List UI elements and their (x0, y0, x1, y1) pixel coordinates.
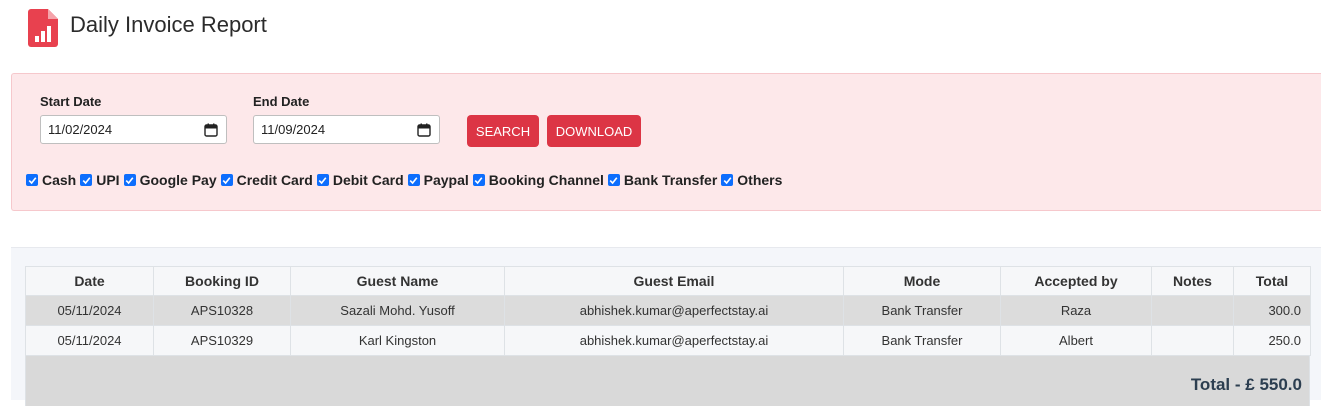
download-button[interactable]: DOWNLOAD (547, 115, 641, 147)
start-date-value: 11/02/2024 (48, 122, 113, 137)
cell-guest-name: Sazali Mohd. Yusoff (290, 295, 505, 326)
payment-method-paypal[interactable]: Paypal (407, 172, 469, 188)
page-header: Daily Invoice Report (28, 9, 267, 47)
cell-date: 05/11/2024 (25, 325, 154, 356)
end-date-field: End Date 11/09/2024 (253, 94, 440, 144)
calendar-icon[interactable] (204, 123, 218, 137)
start-date-input[interactable]: 11/02/2024 (40, 115, 227, 144)
search-button[interactable]: SEARCH (467, 115, 539, 147)
column-header-guest-name[interactable]: Guest Name (290, 266, 505, 296)
payment-method-label: Others (737, 172, 783, 188)
column-header-total[interactable]: Total (1233, 266, 1311, 296)
cell-booking-id: APS10328 (153, 295, 291, 326)
calendar-icon[interactable] (417, 123, 431, 137)
checkbox-checked-icon[interactable] (316, 174, 329, 186)
payment-method-debit-card[interactable]: Debit Card (316, 172, 404, 188)
start-date-field: Start Date 11/02/2024 (40, 94, 227, 144)
cell-total: 300.0 (1233, 295, 1311, 326)
grand-total: Total - £ 550.0 (1190, 375, 1302, 394)
cell-guest-name: Karl Kingston (290, 325, 505, 356)
cell-accepted-by: Albert (1000, 325, 1152, 356)
payment-method-label: Credit Card (236, 172, 313, 188)
table-row: 05/11/2024 APS10328 Sazali Mohd. Yusoff … (25, 295, 1311, 326)
payment-method-label: Paypal (423, 172, 469, 188)
table-row: 05/11/2024 APS10329 Karl Kingston abhish… (25, 325, 1311, 356)
payment-method-label: Google Pay (139, 172, 217, 188)
column-header-notes[interactable]: Notes (1151, 266, 1234, 296)
column-header-accepted-by[interactable]: Accepted by (1000, 266, 1152, 296)
cell-date: 05/11/2024 (25, 295, 154, 326)
cell-accepted-by: Raza (1000, 295, 1152, 326)
report-document-icon (28, 9, 58, 47)
page-title: Daily Invoice Report (70, 12, 267, 37)
checkbox-checked-icon[interactable] (607, 174, 620, 186)
column-header-date[interactable]: Date (25, 266, 154, 296)
invoice-table: Date Booking ID Guest Name Guest Email M… (25, 266, 1311, 356)
cell-mode: Bank Transfer (843, 325, 1001, 356)
filter-panel: Start Date 11/02/2024 End Date 11/09/202… (11, 73, 1321, 211)
cell-notes (1151, 325, 1234, 356)
end-date-label: End Date (253, 94, 310, 109)
column-header-guest-email[interactable]: Guest Email (504, 266, 844, 296)
invoice-table-card: Date Booking ID Guest Name Guest Email M… (11, 247, 1321, 406)
cell-guest-email: abhishek.kumar@aperfectstay.ai (504, 295, 844, 326)
cell-notes (1151, 295, 1234, 326)
payment-method-others[interactable]: Others (721, 172, 782, 188)
checkbox-checked-icon[interactable] (123, 174, 136, 186)
checkbox-checked-icon[interactable] (80, 174, 93, 186)
start-date-label: Start Date (40, 94, 102, 109)
payment-method-booking-channel[interactable]: Booking Channel (472, 172, 604, 188)
column-header-mode[interactable]: Mode (843, 266, 1001, 296)
checkbox-checked-icon[interactable] (407, 174, 420, 186)
checkbox-checked-icon[interactable] (721, 174, 734, 186)
end-date-input[interactable]: 11/09/2024 (253, 115, 440, 144)
table-header-row: Date Booking ID Guest Name Guest Email M… (25, 266, 1311, 296)
payment-method-google-pay[interactable]: Google Pay (123, 172, 217, 188)
payment-method-label: UPI (96, 172, 120, 188)
payment-method-credit-card[interactable]: Credit Card (220, 172, 313, 188)
cell-guest-email: abhishek.kumar@aperfectstay.ai (504, 325, 844, 356)
payment-method-label: Booking Channel (488, 172, 604, 188)
cell-total: 250.0 (1233, 325, 1311, 356)
checkbox-checked-icon[interactable] (26, 174, 38, 186)
payment-method-cash[interactable]: Cash (26, 172, 76, 188)
checkbox-checked-icon[interactable] (472, 174, 485, 186)
end-date-value: 11/09/2024 (261, 122, 326, 137)
payment-method-bank-transfer[interactable]: Bank Transfer (607, 172, 718, 188)
cell-mode: Bank Transfer (843, 295, 1001, 326)
column-header-booking-id[interactable]: Booking ID (153, 266, 291, 296)
payment-method-label: Debit Card (332, 172, 404, 188)
payment-method-filters: Cash UPI Google Pay Credit Card Debit Ca… (26, 172, 786, 188)
checkbox-checked-icon[interactable] (220, 174, 233, 186)
cell-booking-id: APS10329 (153, 325, 291, 356)
payment-method-upi[interactable]: UPI (80, 172, 120, 188)
payment-method-label: Bank Transfer (623, 172, 718, 188)
payment-method-label: Cash (42, 172, 77, 188)
